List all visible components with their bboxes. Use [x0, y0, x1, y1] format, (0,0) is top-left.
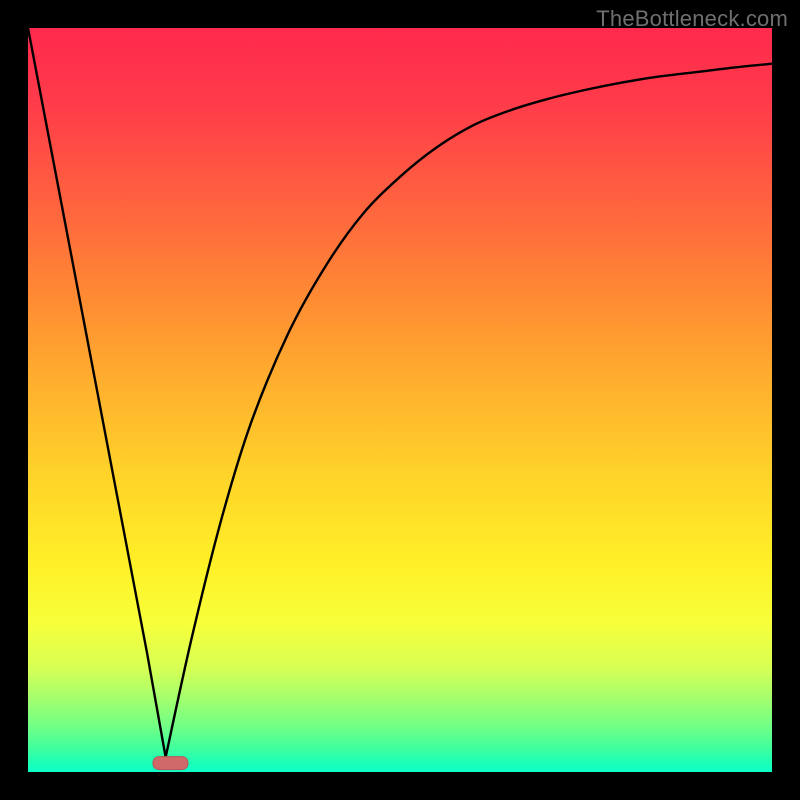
watermark-text: TheBottleneck.com: [596, 6, 788, 32]
curve-layer: [28, 28, 772, 772]
left-descent-line: [28, 28, 166, 757]
minimum-marker-pill: [153, 757, 188, 770]
right-ascent-curve: [166, 64, 772, 757]
chart-container: TheBottleneck.com: [0, 0, 800, 800]
